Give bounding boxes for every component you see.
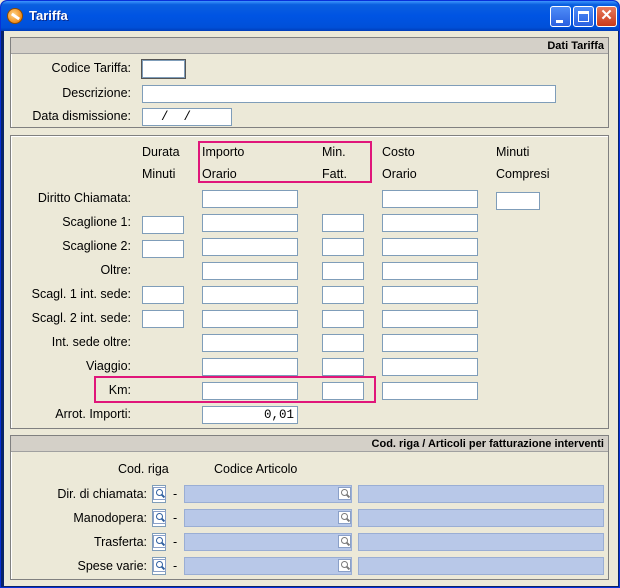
magnifier-icon[interactable] bbox=[153, 535, 166, 548]
manodopera-descrizione-field bbox=[358, 509, 604, 527]
row-label-scaglione-1: Scaglione 1: bbox=[62, 215, 131, 229]
scagl-1-int-sede-min-fatt-input[interactable] bbox=[322, 286, 364, 304]
maximize-button[interactable] bbox=[573, 6, 594, 27]
scaglione-1-importo-input[interactable] bbox=[202, 214, 298, 232]
col-cod-riga-header: Cod. riga bbox=[118, 462, 169, 476]
articoli-group: Cod. riga / Articoli per fatturazione in… bbox=[10, 435, 609, 580]
diritto-chiamata-importo-input[interactable] bbox=[202, 190, 298, 208]
magnifier-icon[interactable] bbox=[338, 559, 351, 572]
viaggio-importo-input[interactable] bbox=[202, 358, 298, 376]
close-icon: ✕ bbox=[600, 7, 613, 24]
row-label-scaglione-2: Scaglione 2: bbox=[62, 239, 131, 253]
dash-separator: - bbox=[173, 487, 178, 501]
articolo-row-label-spese-varie: Spese varie: bbox=[77, 559, 147, 573]
magnifier-icon[interactable] bbox=[338, 535, 351, 548]
oltre-min-fatt-input[interactable] bbox=[322, 262, 364, 280]
row-label-scagl-1-int-sede: Scagl. 1 int. sede: bbox=[31, 287, 131, 301]
scaglione-2-costo-input[interactable] bbox=[382, 238, 478, 256]
close-button[interactable]: ✕ bbox=[596, 6, 617, 27]
scagl-2-int-sede-importo-input[interactable] bbox=[202, 310, 298, 328]
oltre-costo-input[interactable] bbox=[382, 262, 478, 280]
dati-tariffa-group: Dati Tariffa Codice Tariffa: Descrizione… bbox=[10, 37, 609, 128]
tariff-app-icon bbox=[7, 8, 23, 24]
magnifier-icon[interactable] bbox=[153, 559, 166, 572]
col-costo-header-2: Orario bbox=[382, 167, 417, 181]
maximize-icon bbox=[578, 11, 589, 22]
viaggio-costo-input[interactable] bbox=[382, 358, 478, 376]
dir-chiamata-codice-articolo-input[interactable] bbox=[184, 485, 352, 503]
viaggio-min-fatt-input[interactable] bbox=[322, 358, 364, 376]
importo-fatt-highlight bbox=[198, 141, 372, 183]
row-label-km: Km: bbox=[108, 383, 131, 397]
trasferta-codice-articolo-input[interactable] bbox=[184, 533, 352, 551]
dash-separator: - bbox=[173, 511, 178, 525]
scagl-2-int-sede-costo-input[interactable] bbox=[382, 310, 478, 328]
dash-separator: - bbox=[173, 559, 178, 573]
row-label-int-sede-oltre: Int. sede oltre: bbox=[51, 335, 131, 349]
row-label-diritto-chiamata: Diritto Chiamata: bbox=[37, 191, 131, 205]
descrizione-input[interactable] bbox=[142, 85, 556, 103]
articolo-row-label-dir-chiamata: Dir. di chiamata: bbox=[57, 487, 147, 501]
diritto-chiamata-minuti-compresi-input[interactable] bbox=[496, 192, 540, 210]
int-sede-oltre-min-fatt-input[interactable] bbox=[322, 334, 364, 352]
arrot-importi-label: Arrot. Importi: bbox=[55, 407, 131, 421]
title-bar[interactable]: Tariffa ✕ bbox=[1, 1, 619, 31]
int-sede-oltre-costo-input[interactable] bbox=[382, 334, 478, 352]
tariffe-group: Durata Minuti Importo Orario Min. Fatt. … bbox=[10, 135, 609, 429]
row-label-viaggio: Viaggio: bbox=[86, 359, 131, 373]
articolo-row-label-trasferta: Trasferta: bbox=[93, 535, 147, 549]
row-label-oltre: Oltre: bbox=[100, 263, 131, 277]
manodopera-codice-articolo-input[interactable] bbox=[184, 509, 352, 527]
data-dismissione-input[interactable]: / / bbox=[142, 108, 232, 126]
dir-chiamata-descrizione-field bbox=[358, 485, 604, 503]
articoli-header: Cod. riga / Articoli per fatturazione in… bbox=[11, 436, 608, 452]
codice-tariffa-label: Codice Tariffa: bbox=[51, 61, 131, 75]
km-costo-input[interactable] bbox=[382, 382, 478, 400]
int-sede-oltre-importo-input[interactable] bbox=[202, 334, 298, 352]
col-minuti-compresi-header-1: Minuti bbox=[496, 145, 530, 159]
scaglione-1-min-fatt-input[interactable] bbox=[322, 214, 364, 232]
scagl-1-int-sede-durata-input[interactable] bbox=[142, 286, 184, 304]
km-min-fatt-input[interactable] bbox=[322, 382, 364, 400]
col-durata-header-2: Minuti bbox=[142, 167, 176, 181]
scaglione-2-min-fatt-input[interactable] bbox=[322, 238, 364, 256]
col-costo-header-1: Costo bbox=[382, 145, 415, 159]
col-codice-articolo-header: Codice Articolo bbox=[214, 462, 298, 476]
dati-tariffa-header: Dati Tariffa bbox=[11, 38, 608, 54]
scaglione-2-durata-input[interactable] bbox=[142, 240, 184, 258]
window-title: Tariffa bbox=[29, 8, 68, 23]
scagl-2-int-sede-durata-input[interactable] bbox=[142, 310, 184, 328]
diritto-chiamata-costo-input[interactable] bbox=[382, 190, 478, 208]
col-minuti-compresi-header-2: Compresi bbox=[496, 167, 550, 181]
data-dismissione-label: Data dismissione: bbox=[32, 109, 131, 123]
tariffa-window: Tariffa ✕ Dati Tariffa Codice Tariffa: D… bbox=[0, 0, 620, 588]
descrizione-label: Descrizione: bbox=[62, 86, 131, 100]
codice-tariffa-input[interactable] bbox=[142, 60, 185, 78]
spese-varie-codice-articolo-input[interactable] bbox=[184, 557, 352, 575]
magnifier-icon[interactable] bbox=[153, 511, 166, 524]
magnifier-icon[interactable] bbox=[338, 511, 351, 524]
scagl-1-int-sede-costo-input[interactable] bbox=[382, 286, 478, 304]
scagl-1-int-sede-importo-input[interactable] bbox=[202, 286, 298, 304]
magnifier-icon[interactable] bbox=[338, 487, 351, 500]
km-importo-input[interactable] bbox=[202, 382, 298, 400]
row-label-scagl-2-int-sede: Scagl. 2 int. sede: bbox=[31, 311, 131, 325]
minimize-button[interactable] bbox=[550, 6, 571, 27]
window-client-area: Dati Tariffa Codice Tariffa: Descrizione… bbox=[4, 31, 618, 586]
articolo-row-label-manodopera: Manodopera: bbox=[73, 511, 147, 525]
trasferta-descrizione-field bbox=[358, 533, 604, 551]
col-durata-header-1: Durata bbox=[142, 145, 180, 159]
scagl-2-int-sede-min-fatt-input[interactable] bbox=[322, 310, 364, 328]
dash-separator: - bbox=[173, 535, 178, 549]
minimize-icon bbox=[556, 20, 563, 23]
magnifier-icon[interactable] bbox=[153, 487, 166, 500]
spese-varie-descrizione-field bbox=[358, 557, 604, 575]
scaglione-2-importo-input[interactable] bbox=[202, 238, 298, 256]
oltre-importo-input[interactable] bbox=[202, 262, 298, 280]
scaglione-1-durata-input[interactable] bbox=[142, 216, 184, 234]
scaglione-1-costo-input[interactable] bbox=[382, 214, 478, 232]
arrot-importi-input[interactable]: 0,01 bbox=[202, 406, 298, 424]
